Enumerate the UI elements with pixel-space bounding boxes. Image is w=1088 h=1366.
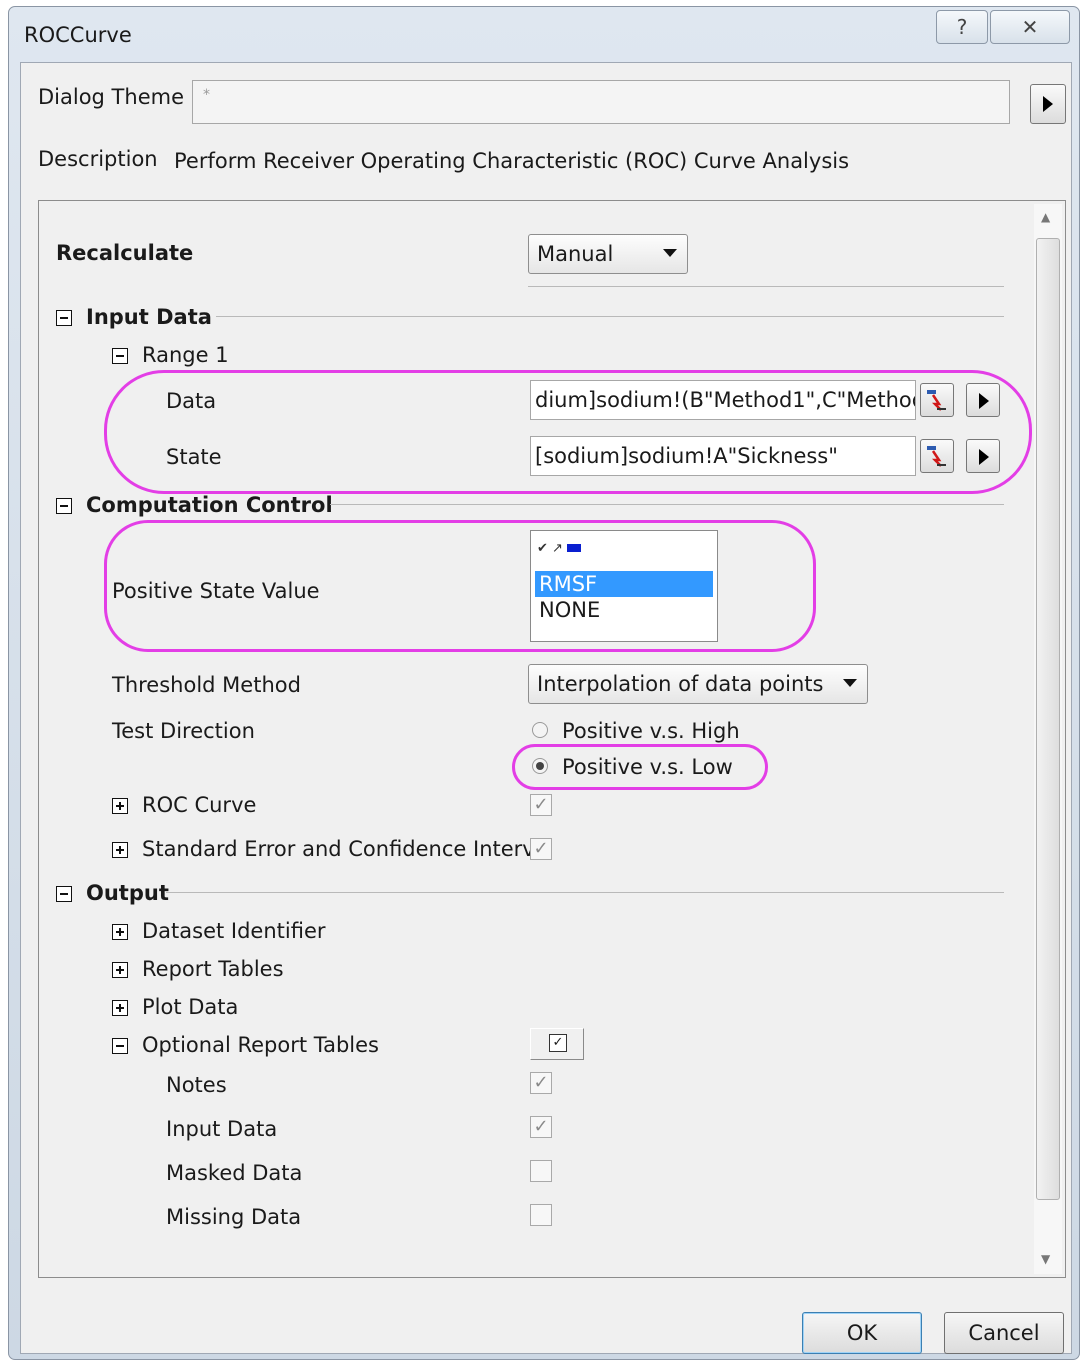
optional-tables-toggle-button[interactable]: ✓ [530, 1028, 584, 1060]
roc-curve-checkbox[interactable]: ✓ [530, 794, 552, 816]
collapse-range-icon[interactable] [112, 348, 128, 364]
divider [330, 504, 1004, 505]
threshold-method-value: Interpolation of data points [537, 672, 824, 696]
chevron-down-icon [663, 249, 677, 257]
divider [528, 286, 1004, 287]
scroll-down-icon[interactable]: ▼ [1041, 1252, 1050, 1266]
highlight-annotation [104, 520, 816, 652]
recalculate-value: Manual [537, 242, 614, 266]
output-item-label: Plot Data [142, 995, 239, 1019]
output-item-label: Optional Report Tables [142, 1033, 379, 1057]
expand-report-tables-icon[interactable] [112, 962, 128, 978]
dialog-theme-menu-button[interactable] [1030, 84, 1066, 124]
missing-data-checkbox[interactable] [530, 1204, 552, 1226]
se-ci-checkbox[interactable]: ✓ [530, 838, 552, 860]
help-button[interactable]: ? [936, 10, 988, 44]
threshold-method-dropdown[interactable]: Interpolation of data points [528, 664, 868, 704]
play-arrow-icon [1043, 96, 1053, 112]
highlight-annotation [104, 370, 1032, 494]
recalculate-dropdown[interactable]: Manual [528, 234, 688, 274]
ok-button[interactable]: OK [802, 1312, 922, 1354]
expand-roc-curve-icon[interactable] [112, 798, 128, 814]
test-direction-label: Test Direction [112, 719, 255, 743]
input-data-header: Input Data [86, 305, 212, 329]
threshold-method-label: Threshold Method [112, 673, 301, 697]
collapse-input-data-icon[interactable] [56, 310, 72, 326]
expand-dataset-identifier-icon[interactable] [112, 924, 128, 940]
divider [216, 316, 1004, 317]
dialog-theme-field[interactable]: * [192, 80, 1010, 124]
range-label: Range 1 [142, 343, 229, 367]
notes-label: Notes [166, 1073, 227, 1097]
divider [166, 892, 1004, 893]
window-title: ROCCurve [24, 23, 132, 47]
collapse-computation-icon[interactable] [56, 498, 72, 514]
scrollbar-thumb[interactable] [1036, 238, 1060, 1200]
description-text: Perform Receiver Operating Characteristi… [174, 149, 850, 173]
output-header: Output [86, 881, 169, 905]
se-ci-label: Standard Error and Confidence Interval [142, 837, 554, 861]
output-item-label: Dataset Identifier [142, 919, 326, 943]
collapse-optional-report-tables-icon[interactable] [112, 1038, 128, 1054]
expand-plot-data-icon[interactable] [112, 1000, 128, 1016]
roc-curve-label: ROC Curve [142, 793, 257, 817]
dialog-theme-label: Dialog Theme [38, 85, 184, 109]
radio-positive-high-label: Positive v.s. High [562, 719, 740, 743]
missing-data-label: Missing Data [166, 1205, 302, 1229]
cancel-button[interactable]: Cancel [944, 1312, 1064, 1354]
description-label: Description [38, 147, 158, 171]
radio-positive-high[interactable] [532, 722, 548, 738]
notes-checkbox[interactable]: ✓ [530, 1072, 552, 1094]
recalculate-label: Recalculate [56, 241, 194, 265]
input-data-table-label: Input Data [166, 1117, 278, 1141]
expand-se-ci-icon[interactable] [112, 842, 128, 858]
masked-data-checkbox[interactable] [530, 1160, 552, 1182]
input-data-checkbox[interactable]: ✓ [530, 1116, 552, 1138]
highlight-annotation [512, 744, 768, 790]
collapse-output-icon[interactable] [56, 886, 72, 902]
checkbox-icon: ✓ [549, 1034, 567, 1052]
scroll-up-icon[interactable]: ▲ [1041, 210, 1050, 224]
chevron-down-icon [843, 679, 857, 687]
close-button[interactable]: ✕ [990, 10, 1070, 44]
computation-control-header: Computation Control [86, 493, 333, 517]
output-item-label: Report Tables [142, 957, 284, 981]
masked-data-label: Masked Data [166, 1161, 303, 1185]
